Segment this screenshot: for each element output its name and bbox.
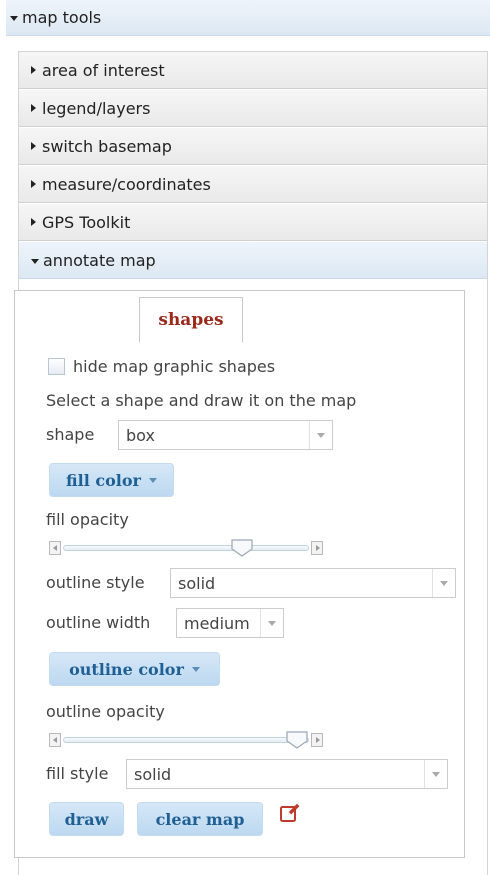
shape-select-value: box [126,425,155,445]
dropdown-arrow-icon [260,609,283,637]
dropdown-arrow-icon [309,421,332,449]
collapse-triangle-icon [10,16,18,21]
section-label: area of interest [42,60,165,80]
hide-shapes-label: hide map graphic shapes [73,357,276,376]
outline-width-select-value: medium [184,613,250,633]
section-annotate-map[interactable]: annotate map [19,242,487,279]
section-legend-layers[interactable]: legend/layers [19,90,487,127]
clear-map-button[interactable]: clear map [137,802,263,836]
outline-style-select[interactable]: solid [170,568,456,598]
slider-left-arrow-icon[interactable] [49,733,61,747]
outline-width-label: outline width [46,613,151,632]
expand-triangle-icon [31,180,36,188]
dropdown-arrow-icon [432,569,455,597]
map-tools-header[interactable]: map tools [6,0,490,36]
slider-thumb[interactable] [285,730,309,750]
draw-button[interactable]: draw [49,802,124,836]
fill-opacity-slider[interactable] [49,538,323,558]
slider-track[interactable] [63,545,309,551]
fill-color-button[interactable]: fill color [49,463,174,497]
section-switch-basemap[interactable]: switch basemap [19,128,487,165]
section-label: legend/layers [42,98,151,118]
dropdown-arrow-icon [424,760,447,788]
outline-style-label: outline style [46,573,145,592]
expand-triangle-icon [31,218,36,226]
outline-color-button-label: outline color [69,659,184,679]
section-measure-coordinates[interactable]: measure/coordinates [19,166,487,203]
section-label: measure/coordinates [42,174,211,194]
outline-opacity-slider[interactable] [49,730,323,750]
section-label: switch basemap [42,136,172,156]
tab-shapes[interactable]: shapes [139,297,243,343]
outline-width-select[interactable]: medium [176,608,284,638]
outline-color-button[interactable]: outline color [49,652,220,686]
fill-style-select-value: solid [134,764,172,784]
section-gps-toolkit[interactable]: GPS Toolkit [19,204,487,241]
slider-left-arrow-icon[interactable] [49,541,61,555]
expand-triangle-icon [31,104,36,112]
expand-triangle-icon [31,66,36,74]
map-tools-title: map tools [22,8,102,27]
section-label: annotate map [43,250,156,270]
draw-button-label: draw [64,809,109,829]
dropdown-caret-icon [148,477,157,483]
section-label: GPS Toolkit [42,212,131,232]
slider-track[interactable] [63,737,309,743]
instruction-text: Select a shape and draw it on the map [46,391,357,410]
outline-opacity-label: outline opacity [46,702,165,721]
clear-map-button-label: clear map [155,809,245,829]
slider-thumb[interactable] [230,538,254,558]
dropdown-caret-icon [191,666,200,672]
fill-style-select[interactable]: solid [126,759,448,789]
shape-select[interactable]: box [118,420,333,450]
shape-label: shape [46,425,95,444]
fill-color-button-label: fill color [66,470,141,490]
edit-pencil-icon[interactable] [278,801,302,825]
fill-opacity-label: fill opacity [46,510,129,529]
slider-right-arrow-icon[interactable] [311,733,323,747]
outline-style-select-value: solid [178,573,216,593]
collapse-triangle-icon [31,258,39,264]
hide-shapes-checkbox[interactable] [48,358,65,375]
fill-style-label: fill style [46,764,109,783]
slider-right-arrow-icon[interactable] [311,541,323,555]
expand-triangle-icon [31,142,36,150]
section-area-of-interest[interactable]: area of interest [19,52,487,89]
